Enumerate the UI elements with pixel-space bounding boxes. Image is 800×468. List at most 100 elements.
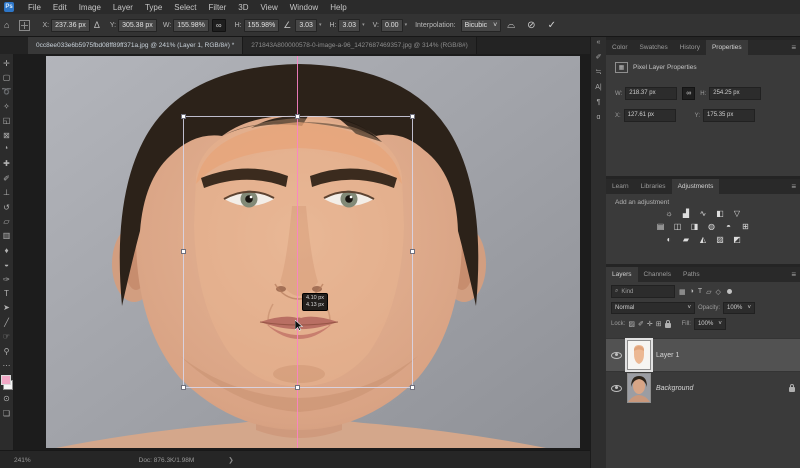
reference-point-locator[interactable]: [19, 20, 30, 31]
character-panel-icon[interactable]: A|: [595, 84, 602, 92]
rotate-stepper[interactable]: ▾: [319, 22, 322, 28]
menu-filter[interactable]: Filter: [203, 3, 233, 12]
menu-image[interactable]: Image: [73, 3, 107, 12]
color-swatches[interactable]: [1, 375, 13, 390]
warp-mode-icon[interactable]: ⌓: [507, 20, 515, 31]
tab-properties[interactable]: Properties: [706, 40, 748, 55]
color-lookup-icon[interactable]: ⊞: [740, 222, 752, 232]
layer-row-layer1[interactable]: Layer 1: [606, 338, 800, 371]
glyphs-panel-icon[interactable]: ɑ: [597, 114, 601, 122]
lock-artboard-icon[interactable]: ⊞: [656, 320, 662, 328]
panel-menu-icon[interactable]: ≡: [791, 182, 796, 191]
smart-object-filter-icon[interactable]: ◇: [716, 288, 721, 296]
menu-select[interactable]: Select: [168, 3, 202, 12]
width-field[interactable]: 155.98%: [173, 19, 209, 32]
status-options-arrow-icon[interactable]: ❯: [228, 456, 233, 464]
screen-mode-button[interactable]: ❏: [0, 406, 14, 420]
opacity-select[interactable]: 100% ˅: [723, 302, 755, 314]
lock-position-icon[interactable]: ✛: [647, 320, 653, 328]
menu-type[interactable]: Type: [139, 3, 168, 12]
height-field[interactable]: 155.98%: [244, 19, 280, 32]
pen-tool[interactable]: ✑: [0, 272, 14, 286]
type-layer-filter-icon[interactable]: T: [698, 288, 702, 295]
transform-handle-top-right[interactable]: [410, 114, 415, 119]
posterize-icon[interactable]: ▰: [680, 235, 692, 245]
vibrance-icon[interactable]: ▽: [731, 209, 743, 219]
y-position-field[interactable]: 305.38 px: [118, 19, 157, 32]
path-selection-tool[interactable]: ➤: [0, 301, 14, 315]
skew-h-field[interactable]: 3.03: [338, 19, 360, 32]
rotate-angle-field[interactable]: 3.03: [295, 19, 317, 32]
gradient-map-icon[interactable]: ▨: [714, 235, 726, 245]
black-white-icon[interactable]: ◨: [689, 222, 701, 232]
lock-transparency-icon[interactable]: ▨: [628, 320, 635, 328]
panel-menu-icon[interactable]: ≡: [791, 43, 796, 52]
brush-tool[interactable]: ✐: [0, 171, 14, 185]
skew-h-stepper[interactable]: ▾: [362, 22, 365, 28]
threshold-icon[interactable]: ◭: [697, 235, 709, 245]
dodge-tool[interactable]: ◒: [0, 257, 14, 271]
channel-mixer-icon[interactable]: ◓: [723, 222, 735, 232]
zoom-level-field[interactable]: 241%: [14, 457, 31, 464]
clone-source-panel-icon[interactable]: ≒: [596, 69, 602, 77]
background-thumbnail[interactable]: [627, 373, 651, 403]
adjustment-layer-filter-icon[interactable]: ◑: [690, 288, 694, 295]
transform-handle-top-left[interactable]: [181, 114, 186, 119]
edit-toolbar-icon[interactable]: ⋯: [0, 358, 14, 372]
menu-file[interactable]: File: [22, 3, 47, 12]
menu-edit[interactable]: Edit: [47, 3, 73, 12]
link-dimensions-icon[interactable]: ∞: [682, 87, 695, 100]
layer-row-background[interactable]: Background: [606, 371, 800, 404]
transform-handle-mid-left[interactable]: [181, 249, 186, 254]
panel-menu-icon[interactable]: ≡: [791, 270, 796, 279]
brightness-contrast-icon[interactable]: ☼: [663, 209, 675, 219]
menu-window[interactable]: Window: [284, 3, 324, 12]
spot-healing-brush-tool[interactable]: ✚: [0, 157, 14, 171]
eyedropper-tool[interactable]: ❛: [0, 142, 14, 156]
invert-icon[interactable]: ◐: [663, 235, 675, 245]
tab-color[interactable]: Color: [606, 40, 634, 55]
menu-view[interactable]: View: [255, 3, 284, 12]
tab-paths[interactable]: Paths: [677, 267, 706, 282]
foreground-color-swatch[interactable]: [1, 375, 11, 385]
prop-width-field[interactable]: 218.37 px: [625, 87, 677, 100]
transform-handle-bottom-left[interactable]: [181, 385, 186, 390]
blur-tool[interactable]: ♦: [0, 243, 14, 257]
line-tool[interactable]: ╱: [0, 315, 14, 329]
commit-transform-button[interactable]: ✓: [548, 20, 556, 31]
layer-filter-kind-select[interactable]: ⌕ Kind: [611, 285, 675, 298]
shape-layer-filter-icon[interactable]: ▱: [706, 288, 711, 296]
tab-history[interactable]: History: [674, 40, 706, 55]
visibility-eye-icon[interactable]: [611, 352, 622, 359]
free-transform-bounding-box[interactable]: [183, 116, 413, 388]
prop-y-field[interactable]: 175.35 px: [703, 109, 755, 122]
transform-handle-mid-right[interactable]: [410, 249, 415, 254]
exposure-icon[interactable]: ◧: [714, 209, 726, 219]
type-tool[interactable]: T: [0, 286, 14, 300]
gradient-tool[interactable]: ▥: [0, 229, 14, 243]
document-tab-active[interactable]: 0cc8ee033e6b5975fbd08ff89ff371a.jpg @ 24…: [28, 37, 243, 54]
skew-v-stepper[interactable]: ▾: [405, 22, 408, 28]
pixel-layer-filter-icon[interactable]: ▦: [679, 288, 686, 296]
zoom-tool[interactable]: ⚲: [0, 344, 14, 358]
tab-swatches[interactable]: Swatches: [634, 40, 674, 55]
brush-settings-panel-icon[interactable]: ✐: [596, 54, 602, 62]
prop-x-field[interactable]: 127.61 px: [624, 109, 676, 122]
lasso-tool[interactable]: ➰: [0, 85, 14, 99]
cancel-transform-button[interactable]: ⊘: [527, 20, 535, 31]
skew-v-field[interactable]: 0.00: [381, 19, 403, 32]
document-tab-inactive[interactable]: 271843A800000578-0-image-a-96_1427687469…: [243, 37, 477, 54]
eraser-tool[interactable]: ▱: [0, 214, 14, 228]
color-balance-icon[interactable]: ◫: [672, 222, 684, 232]
hand-tool[interactable]: ☞: [0, 329, 14, 343]
move-tool[interactable]: ✛: [0, 56, 14, 70]
tab-adjustments[interactable]: Adjustments: [672, 179, 720, 194]
quick-mask-button[interactable]: ⊙: [0, 392, 14, 406]
filter-toggle-icon[interactable]: [727, 289, 732, 294]
transform-handle-bottom-right[interactable]: [410, 385, 415, 390]
canvas-area[interactable]: 4.10 px 4.13 px: [14, 54, 590, 450]
transform-handle-top-mid[interactable]: [295, 114, 300, 119]
layer-name[interactable]: Background: [656, 385, 693, 392]
hue-saturation-icon[interactable]: ▤: [655, 222, 667, 232]
lock-pixels-icon[interactable]: ✐: [638, 320, 644, 328]
